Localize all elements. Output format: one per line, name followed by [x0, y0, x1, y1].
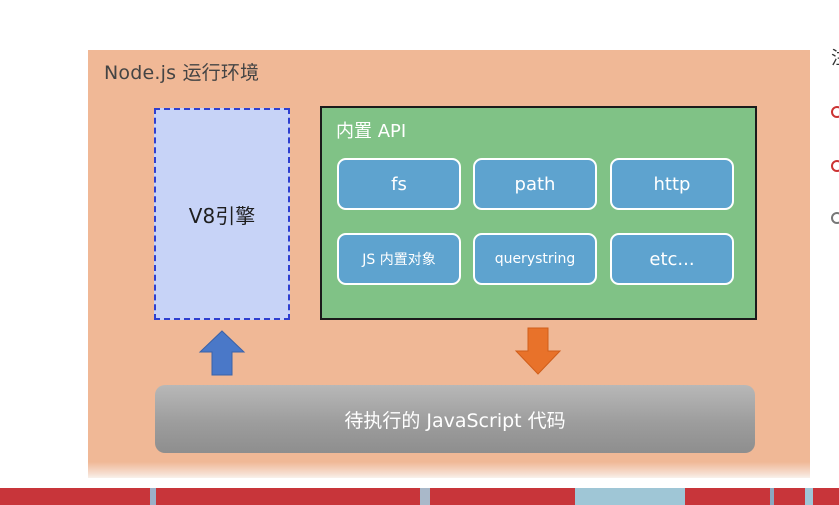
slide: Node.js 运行环境 V8引擎 内置 API fs path http JS…: [0, 0, 839, 505]
torn-edge-decoration: [88, 462, 810, 478]
arrow-down-icon: [514, 327, 562, 375]
pending-code-label: 待执行的 JavaScript 代码: [344, 409, 566, 432]
side-bullet-icon: [831, 106, 839, 118]
side-bullet-icon: [831, 160, 839, 172]
v8-engine-label: V8引擎: [188, 203, 256, 228]
builtin-api-title: 内置 API: [336, 121, 407, 142]
api-item-fs: fs: [337, 158, 461, 210]
api-item-querystring: querystring: [473, 233, 597, 285]
side-bullet-icon: [831, 212, 839, 224]
pending-javascript-code-bar: 待执行的 JavaScript 代码: [155, 385, 755, 453]
api-item-js-builtin-objects: JS 内置对象: [337, 233, 461, 285]
api-item-path: path: [473, 158, 597, 210]
side-panel-glyph: 注: [831, 44, 839, 70]
api-item-etc: etc...: [610, 233, 734, 285]
v8-engine-box: V8引擎: [154, 108, 290, 320]
side-panel: [826, 0, 839, 505]
arrow-up-icon: [198, 330, 246, 376]
api-item-http: http: [610, 158, 734, 210]
bottom-progress-band: [0, 488, 839, 505]
environment-title: Node.js 运行环境: [104, 62, 260, 84]
